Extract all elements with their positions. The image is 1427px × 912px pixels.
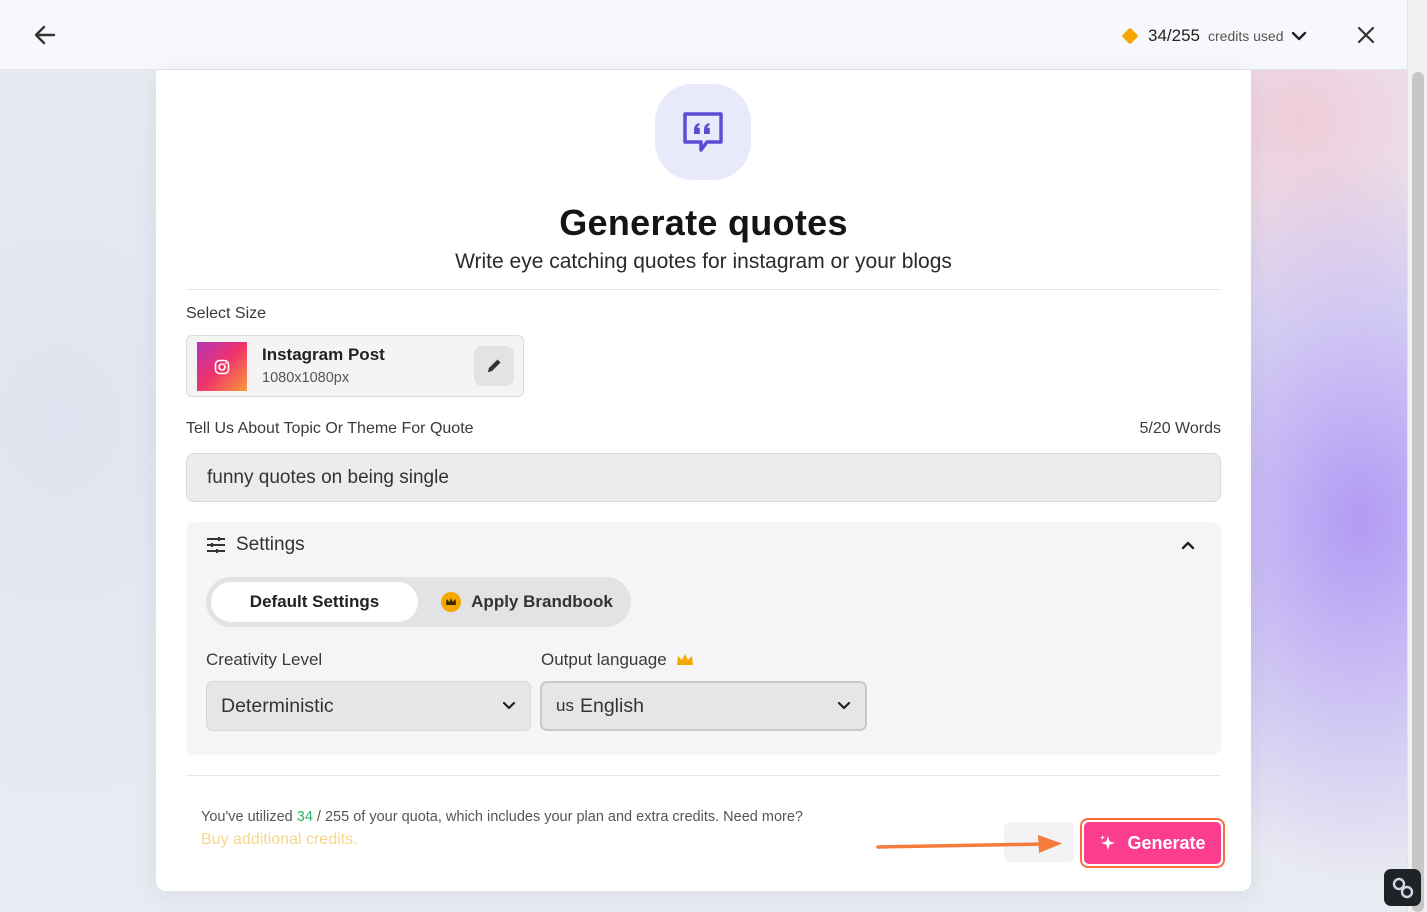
quota-text: You've utilized 34 / 255 of your quota, … xyxy=(201,809,803,825)
size-name: Instagram Post xyxy=(262,345,385,364)
chevron-down-icon xyxy=(1292,31,1307,41)
apply-brandbook-label: Apply Brandbook xyxy=(471,592,613,611)
pencil-icon xyxy=(488,359,501,372)
scrollbar-thumb[interactable] xyxy=(1412,72,1424,912)
close-button[interactable] xyxy=(1352,21,1380,49)
generate-label: Generate xyxy=(1127,832,1206,853)
topic-input[interactable] xyxy=(186,453,1221,502)
back-button[interactable] xyxy=(28,18,62,52)
settings-mode-toggle: Default Settings Apply Brandbook xyxy=(206,577,631,627)
quota-total: 255 xyxy=(324,809,350,825)
assistant-widget-button[interactable] xyxy=(1384,869,1421,906)
language-select[interactable]: us English xyxy=(540,681,867,731)
scrollbar[interactable] xyxy=(1407,0,1427,912)
quota-used: 34 xyxy=(296,809,313,825)
sparkle-icon xyxy=(1100,835,1116,850)
chevron-down-icon xyxy=(502,701,516,710)
crown-icon xyxy=(441,592,462,612)
divider xyxy=(186,289,1221,290)
settings-header[interactable]: Settings xyxy=(206,534,305,556)
arrow-left-icon xyxy=(34,25,56,45)
creativity-label-text: Creativity Level xyxy=(206,650,323,669)
creativity-select[interactable]: Deterministic xyxy=(206,681,531,731)
instagram-icon xyxy=(197,342,247,391)
credits-dropdown[interactable]: 34/255 credits used xyxy=(1121,22,1307,50)
page-subtitle: Write eye catching quotes for instagram … xyxy=(455,250,952,273)
quota-suffix: of your quota, which includes your plan … xyxy=(349,809,803,825)
topic-label: Tell Us About Topic Or Theme For Quote xyxy=(186,420,474,437)
size-dimensions: 1080x1080px xyxy=(262,370,350,386)
sliders-icon xyxy=(207,537,225,553)
generate-button[interactable]: Generate xyxy=(1080,818,1225,868)
crown-icon xyxy=(676,654,693,665)
creativity-label: Creativity Level xyxy=(206,650,322,670)
pointer-arrow-icon xyxy=(876,835,1062,853)
credits-label: credits used xyxy=(1208,28,1284,44)
chevron-up-icon xyxy=(1181,541,1195,550)
divider xyxy=(186,775,1221,776)
quota-prefix: You've utilized xyxy=(201,809,297,825)
us-flag-icon: us xyxy=(556,696,574,715)
select-size-label: Select Size xyxy=(186,305,267,322)
language-label-text: Output language xyxy=(541,650,667,669)
top-bar: 34/255 credits used xyxy=(0,0,1407,70)
language-value: English xyxy=(579,694,644,717)
page-title: Generate quotes xyxy=(559,202,848,243)
collapse-settings-button[interactable] xyxy=(1175,532,1201,558)
default-settings-tab[interactable]: Default Settings xyxy=(211,582,418,622)
apply-brandbook-tab[interactable]: Apply Brandbook xyxy=(428,582,626,622)
quota-separator: / xyxy=(312,809,325,825)
close-icon xyxy=(1357,26,1375,44)
credit-diamond-icon xyxy=(1121,27,1139,45)
edit-size-button[interactable] xyxy=(474,346,514,386)
settings-title: Settings xyxy=(236,534,305,555)
settings-panel: Settings Default Settings Apply Brandboo… xyxy=(186,522,1221,755)
word-count: 5/20 Words xyxy=(1139,420,1221,437)
generator-card: Generate quotes Write eye catching quote… xyxy=(156,70,1251,891)
link-icon xyxy=(1392,877,1413,898)
buy-credits-link[interactable]: Buy additional credits. xyxy=(201,831,358,849)
creativity-value: Deterministic xyxy=(221,694,334,717)
size-selector[interactable]: Instagram Post 1080x1080px xyxy=(186,335,524,397)
quote-bubble-icon xyxy=(655,84,751,180)
language-label: Output language xyxy=(541,650,695,670)
credits-count: 34/255 xyxy=(1148,26,1200,45)
generate-button-inner: Generate xyxy=(1084,822,1221,864)
chevron-down-icon xyxy=(837,701,851,710)
